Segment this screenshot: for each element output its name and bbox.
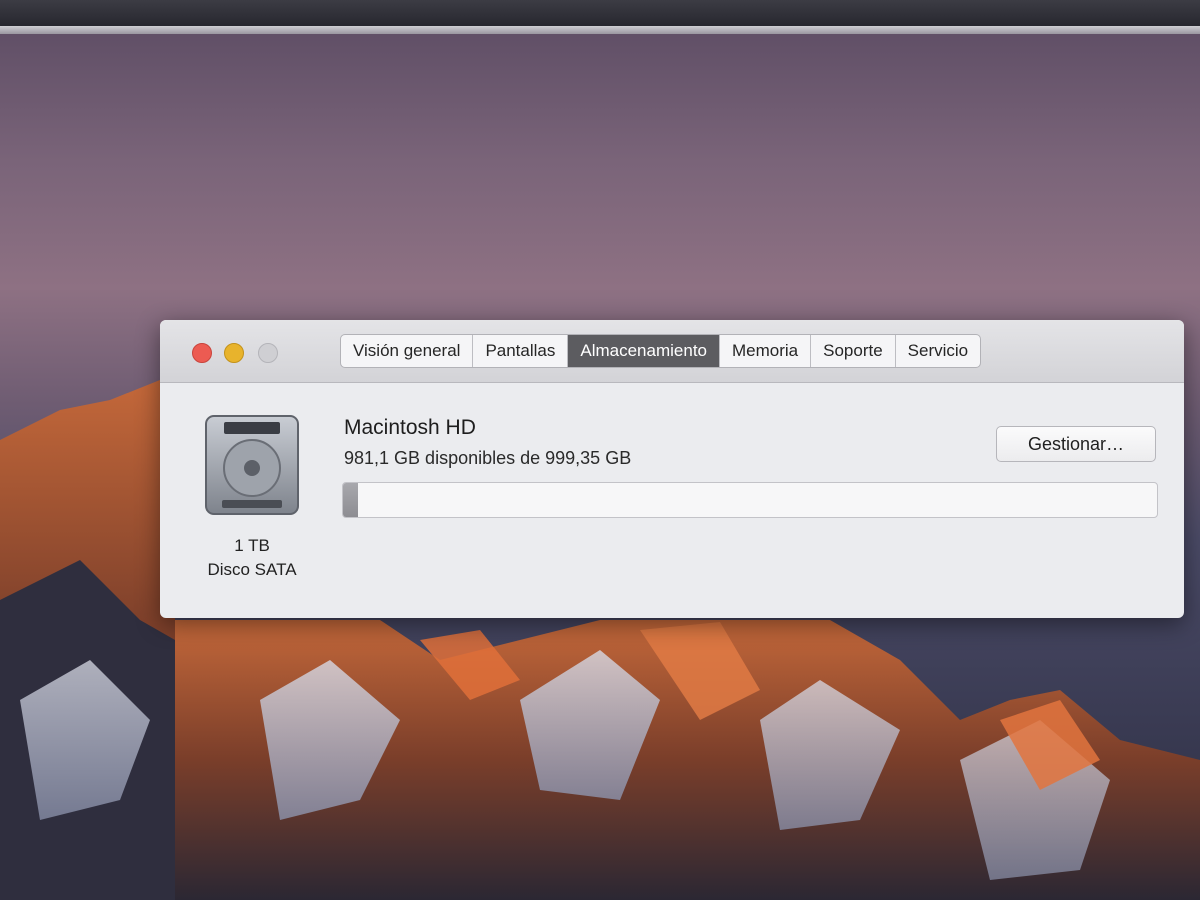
screen-bezel-edge [0,26,1200,34]
tab-vision-general[interactable]: Visión general [341,335,474,367]
tab-bar: Visión general Pantallas Almacenamiento … [340,334,982,368]
storage-usage-bar [342,482,1158,518]
tab-almacenamiento[interactable]: Almacenamiento [568,335,720,367]
manage-button[interactable]: Gestionar… [996,426,1156,462]
tab-memoria[interactable]: Memoria [720,335,812,367]
tab-soporte[interactable]: Soporte [811,335,896,367]
storage-used-fill [343,483,358,517]
hard-drive-icon [205,415,299,515]
minimize-button[interactable] [224,343,244,363]
disk-type: Disco SATA [207,560,297,579]
zoom-button[interactable] [258,343,278,363]
close-button[interactable] [192,343,212,363]
disk-capacity: 1 TB [234,536,270,555]
tab-servicio[interactable]: Servicio [896,335,980,367]
volume-name: Macintosh HD [344,416,476,439]
volume-availability: 981,1 GB disponibles de 999,35 GB [344,448,632,468]
window-titlebar: Visión general Pantallas Almacenamiento … [160,320,1184,383]
tab-pantallas[interactable]: Pantallas [473,335,569,367]
about-this-mac-window: Visión general Pantallas Almacenamiento … [160,320,1184,618]
